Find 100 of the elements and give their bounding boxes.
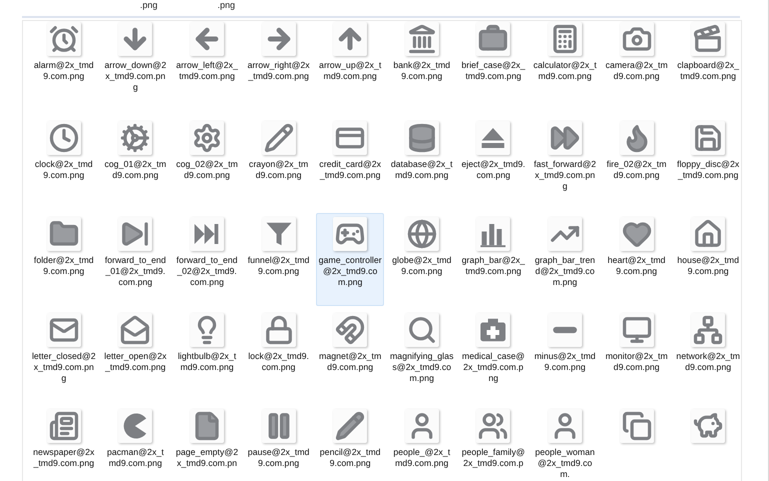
file-name: cog_01@2x_tmd9.com.png [104, 159, 168, 181]
file-name: pacman@2x_tmd9.com.png [106, 447, 165, 469]
file-item[interactable]: house@2x_tmd9.com.png [674, 213, 742, 306]
file-name: people_@2x_tmd9.com.png [392, 447, 452, 469]
file-item[interactable]: pencil@2x_tmd9.com.png [316, 405, 384, 481]
open-envelope-icon [118, 313, 152, 347]
file-item[interactable]: brief_case@2x_tmd9.com.png [460, 21, 528, 114]
file-name: newspaper@2x_tmd9.com.png [32, 447, 96, 469]
file-name: crayon@2x_tmd9.com.png [248, 159, 310, 181]
skip-forward-icon [118, 217, 152, 251]
file-name: database@2x_tmd9.com.png [390, 159, 454, 181]
file-item[interactable]: database@2x_tmd9.com.png [388, 117, 456, 210]
file-name: fire_02@2x_tmd9.com.png [606, 159, 668, 181]
file-name: folder@2x_tmd9.com.png [32, 255, 95, 277]
file-name: arrow_down@2x_tmd9.com.png [104, 60, 168, 93]
file-item[interactable]: pacman@2x_tmd9.com.png [102, 405, 170, 481]
pacman-icon [118, 409, 152, 443]
file-name: graph_bar_trend@2x_tmd9.com.png [534, 255, 596, 288]
file-name: letter_closed@2x_tmd9.com.png [32, 351, 96, 384]
file-item[interactable]: folder@2x_tmd9.com.png [30, 213, 98, 306]
network-icon [691, 313, 726, 347]
crayon-icon [262, 121, 296, 155]
file-item[interactable]: letter_closed@2x_tmd9.com.png [30, 309, 98, 402]
file-item[interactable]: crayon@2x_tmd9.com.png [244, 117, 312, 210]
file-item[interactable]: cog_02@2x_tmd9.com.png [173, 117, 241, 210]
file-item[interactable]: magnet@2x_tmd9.com.png [316, 309, 384, 402]
file-item[interactable]: lock@2x_tmd9.com.png [244, 309, 312, 402]
double-skip-forward-icon [190, 217, 224, 251]
file-item[interactable]: camera@2x_tmd9.com.png [602, 21, 670, 114]
file-item[interactable]: eject@2x_tmd9.com.png [460, 117, 528, 210]
file-item[interactable]: funnel@2x_tmd9.com.png [244, 213, 312, 306]
file-name: camera@2x_tmd9.com.png [604, 60, 669, 82]
file-item[interactable]: page_empty@2x_tmd9.com.pn [173, 405, 241, 481]
monitor-icon [620, 313, 654, 347]
file-item[interactable]: arrow_left@2x_tmd9.com.png [173, 21, 241, 114]
flame-icon [620, 121, 654, 155]
file-name: eject@2x_tmd9.com.png [461, 159, 526, 181]
eject-icon [476, 121, 510, 155]
file-item[interactable]: lightbulb@2x_tmd9.com.png [173, 309, 241, 402]
database-icon [404, 121, 439, 155]
file-item[interactable]: people_woman@2x_tmd9.com. [531, 405, 599, 481]
file-item[interactable]: floppy_disc@2x_tmd9.com.png [674, 117, 742, 210]
file-name: monitor@2x_tmd9.com.png [604, 351, 669, 373]
file-name: page_empty@2x_tmd9.com.pn [174, 447, 239, 469]
file-name: graph_bar@2x_tmd9.com.png [461, 255, 526, 277]
file-item[interactable]: bank@2x_tmd9.com.png [388, 21, 456, 114]
file-item[interactable]: clock@2x_tmd9.com.png [30, 117, 98, 210]
file-item[interactable]: forward_to_end_01@2x_tmd9.com.png [102, 213, 170, 306]
file-item[interactable]: arrow_down@2x_tmd9.com.png [102, 21, 170, 114]
fast-forward-icon [548, 121, 582, 155]
file-name: arrow_left@2x_tmd9.com.png [175, 60, 239, 82]
file-name: heart@2x_tmd9.com.png [606, 255, 666, 277]
file-name: arrow_up@2x_tmd9.com.png [318, 60, 382, 82]
blank-page-icon [190, 409, 224, 443]
file-name: forward_to_end_02@2x_tmd9.com.png [175, 255, 239, 288]
file-item[interactable]: credit_card@2x_tmd9.com.png [316, 117, 384, 210]
file-item[interactable]: monitor@2x_tmd9.com.png [602, 309, 670, 402]
file-item[interactable]: fire_02@2x_tmd9.com.png [602, 117, 670, 210]
envelope-icon [46, 313, 81, 347]
file-item[interactable]: people_family@2x_tmd9.com.p [460, 405, 528, 481]
magnet-icon [333, 313, 368, 347]
file-item[interactable]: globe@2x_tmd9.com.png [388, 213, 456, 306]
file-name: magnet@2x_tmd9.com.png [318, 351, 382, 373]
lightbulb-icon [190, 313, 224, 347]
file-item[interactable]: letter_open@2x_tmd9.com.png [102, 309, 170, 402]
file-name: minus@2x_tmd9.com.png [533, 351, 597, 373]
file-name: cog_02@2x_tmd9.com.png [175, 159, 239, 181]
file-item[interactable]: fast_forward@2x_tmd9.com.png [531, 117, 599, 210]
file-item[interactable]: minus@2x_tmd9.com.png [531, 309, 599, 402]
file-item[interactable]: cog_01@2x_tmd9.com.png [102, 117, 170, 210]
file-item[interactable]: calculator@2x_tmd9.com.png [531, 21, 599, 114]
funnel-icon [262, 217, 296, 251]
minus-icon [548, 313, 582, 347]
file-name: network@2x_tmd9.com.png [676, 351, 740, 373]
file-item[interactable]: arrow_right@2x_tmd9.com.png [244, 21, 312, 114]
file-name: globe@2x_tmd9.com.png [391, 255, 452, 277]
file-name: brief_case@2x_tmd9.com.png [461, 60, 526, 82]
file-item[interactable]: network@2x_tmd9.com.png [674, 309, 742, 402]
file-item[interactable]: graph_bar@2x_tmd9.com.png [460, 213, 528, 306]
file-item[interactable]: medical_case@2x_tmd9.com.png [460, 309, 528, 402]
bar-chart-icon [476, 217, 510, 251]
file-item[interactable]: people_@2x_tmd9.com.png [388, 405, 456, 481]
credit-card-icon [333, 121, 368, 155]
file-item[interactable]: clapboard@2x_tmd9.com.png [674, 21, 742, 114]
gear-icon [190, 121, 224, 155]
file-item[interactable]: forward_to_end_02@2x_tmd9.com.png [173, 213, 241, 306]
file-item[interactable]: heart@2x_tmd9.com.png [602, 213, 670, 306]
file-item[interactable]: graph_bar_trend@2x_tmd9.com.png [531, 213, 599, 306]
file-item[interactable]: newspaper@2x_tmd9.com.png [30, 405, 98, 481]
piggy-bank-icon [691, 409, 726, 443]
file-item[interactable]: game_controller@2x_tmd9.com.png [316, 213, 384, 306]
file-item[interactable]: pause@2x_tmd9.com.png [244, 405, 312, 481]
folder-icon [46, 217, 81, 251]
cog-icon [118, 121, 152, 155]
file-item[interactable]: arrow_up@2x_tmd9.com.png [316, 21, 384, 114]
file-item[interactable]: magnifying_glass@2x_tmd9.com.png [388, 309, 456, 402]
file-item[interactable]: alarm@2x_tmd9.com.png [30, 21, 98, 114]
person-icon [404, 409, 439, 443]
magnifying-glass-icon [404, 313, 439, 347]
newspaper-icon [46, 409, 81, 443]
